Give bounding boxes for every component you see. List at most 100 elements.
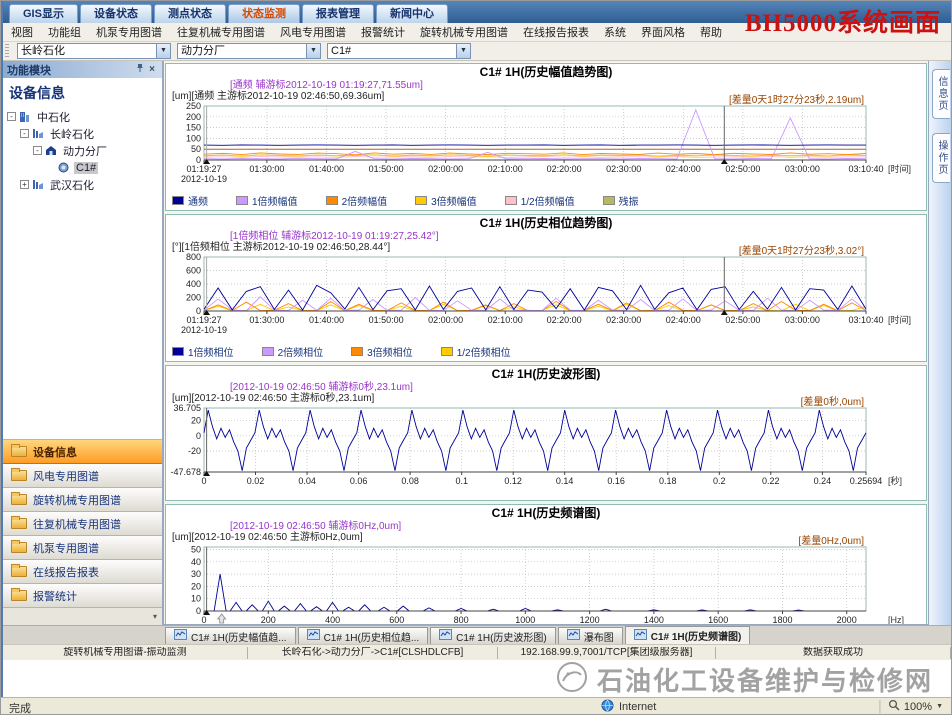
tree-node-4[interactable]: + 武汉石化 bbox=[3, 176, 162, 193]
pin-icon[interactable] bbox=[134, 63, 146, 77]
watermark-strip: 石油化工设备维护与检修网 bbox=[3, 660, 951, 699]
aux-cursor-annotation: [2012-10-19 02:46:50 辅游标0Hz,0um] bbox=[230, 521, 926, 532]
close-icon[interactable]: × bbox=[146, 64, 158, 76]
phase-trend-plot[interactable]: 01:19:27 01:30:00 01:40:00 01:50:00 02:00:00… bbox=[166, 253, 926, 361]
tree-expander-icon[interactable]: - bbox=[33, 146, 42, 155]
spectrum-plot[interactable]: 0200400600800100012001400160018002000010… bbox=[166, 543, 926, 625]
spectrum-chart-panel: C1# 1H(历史频谱图) [2012-10-19 02:46:50 辅游标0H… bbox=[165, 504, 927, 625]
browser-zoom-control[interactable]: │ 100% ▼ bbox=[877, 699, 943, 714]
legend-item: 1/2倍频相位 bbox=[441, 344, 511, 359]
sidebar-nav-5[interactable]: 在线报告报表 bbox=[3, 560, 162, 584]
folder-icon bbox=[11, 470, 27, 481]
top-tab-5[interactable]: 新闻中心 bbox=[376, 4, 448, 23]
svg-text:600: 600 bbox=[389, 615, 404, 625]
toolbar-grip[interactable] bbox=[5, 44, 9, 58]
menu-item-0[interactable]: 视图 bbox=[11, 24, 33, 40]
menu-item-3[interactable]: 往复机械专用图谱 bbox=[177, 24, 265, 40]
browser-zone-label: Internet bbox=[619, 701, 656, 713]
chart-tab-4[interactable]: C1# 1H(历史频谱图) bbox=[625, 626, 751, 644]
menu-item-5[interactable]: 报警统计 bbox=[361, 24, 405, 40]
svg-text:01:50:00: 01:50:00 bbox=[369, 315, 404, 325]
svg-text:02:10:00: 02:10:00 bbox=[488, 164, 523, 174]
tree-label[interactable]: 长岭石化 bbox=[48, 126, 96, 142]
nav-overflow-button[interactable]: ▾ bbox=[3, 608, 162, 625]
tree-node-1[interactable]: - 长岭石化 bbox=[3, 125, 162, 142]
tab-label: C1# 1H(历史波形图) bbox=[456, 629, 547, 644]
svg-text:02:10:00: 02:10:00 bbox=[488, 315, 523, 325]
svg-text:01:30:00: 01:30:00 bbox=[249, 164, 284, 174]
svg-text:01:30:00: 01:30:00 bbox=[249, 315, 284, 325]
svg-text:0.1: 0.1 bbox=[455, 476, 468, 486]
legend-swatch-icon bbox=[505, 196, 517, 205]
tab-label: C1# 1H(历史频谱图) bbox=[651, 628, 742, 643]
waveform-plot[interactable]: 00.020.040.060.080.10.120.140.160.180.20… bbox=[166, 404, 926, 500]
svg-text:20: 20 bbox=[191, 581, 201, 591]
svg-text:2012-10-19: 2012-10-19 bbox=[181, 325, 227, 335]
tab-label: C1# 1H(历史相位趋... bbox=[324, 629, 420, 644]
svg-text:01:19:27: 01:19:27 bbox=[186, 315, 221, 325]
tree-node-0[interactable]: - 中石化 bbox=[3, 108, 162, 125]
svg-text:50: 50 bbox=[191, 545, 201, 555]
tab-label: C1# 1H(历史幅值趋... bbox=[191, 629, 287, 644]
side-tab-1[interactable]: 操作页 bbox=[932, 133, 950, 183]
folder-icon bbox=[11, 566, 27, 577]
status-segment-2: 192.168.99.9,7001/TCP[集团级服务器] bbox=[498, 647, 716, 659]
filter-combo-0[interactable]: 长岭石化▼ bbox=[17, 43, 171, 59]
tree-label[interactable]: 动力分厂 bbox=[61, 143, 109, 159]
svg-text:[Hz]: [Hz] bbox=[888, 615, 904, 625]
device-tree: -中石化-长岭石化-动力分厂C1#+武汉石化 bbox=[3, 106, 162, 439]
svg-text:01:40:00: 01:40:00 bbox=[309, 315, 344, 325]
svg-text:200: 200 bbox=[261, 615, 276, 625]
top-tab-0[interactable]: GIS显示 bbox=[9, 4, 78, 23]
sidebar-nav-2[interactable]: 旋转机械专用图谱 bbox=[3, 488, 162, 512]
tree-expander-icon[interactable]: - bbox=[7, 112, 16, 121]
chevron-down-icon[interactable]: ▼ bbox=[156, 44, 170, 58]
filter-combo-1[interactable]: 动力分厂▼ bbox=[177, 43, 321, 59]
svg-text:[秒]: [秒] bbox=[888, 475, 902, 486]
sidebar-nav-1[interactable]: 风电专用图谱 bbox=[3, 464, 162, 488]
sidebar-nav-4[interactable]: 机泵专用图谱 bbox=[3, 536, 162, 560]
tree-expander-icon[interactable]: - bbox=[20, 129, 29, 138]
chart-tab-0[interactable]: C1# 1H(历史幅值趋... bbox=[165, 627, 296, 644]
sidebar-nav-0[interactable]: 设备信息 bbox=[3, 440, 162, 464]
svg-text:02:20:00: 02:20:00 bbox=[547, 315, 582, 325]
menu-item-10[interactable]: 帮助 bbox=[700, 24, 722, 40]
chart-tab-1[interactable]: C1# 1H(历史相位趋... bbox=[298, 627, 429, 644]
top-tab-2[interactable]: 测点状态 bbox=[154, 4, 226, 23]
menu-item-1[interactable]: 功能组 bbox=[48, 24, 81, 40]
menu-item-4[interactable]: 风电专用图谱 bbox=[280, 24, 346, 40]
svg-text:0.04: 0.04 bbox=[298, 476, 316, 486]
top-tab-1[interactable]: 设备状态 bbox=[80, 4, 152, 23]
tree-label[interactable]: 武汉石化 bbox=[48, 177, 96, 193]
tree-label[interactable]: 中石化 bbox=[35, 109, 72, 125]
chevron-down-icon[interactable]: ▼ bbox=[456, 44, 470, 58]
tree-node-3[interactable]: C1# bbox=[3, 159, 162, 176]
svg-text:0.14: 0.14 bbox=[556, 476, 574, 486]
top-tab-4[interactable]: 报表管理 bbox=[302, 4, 374, 23]
tree-expander-icon[interactable]: + bbox=[20, 180, 29, 189]
svg-text:03:10:40: 03:10:40 bbox=[848, 164, 883, 174]
menu-item-9[interactable]: 界面风格 bbox=[641, 24, 685, 40]
sidebar-nav-3[interactable]: 往复机械专用图谱 bbox=[3, 512, 162, 536]
svg-text:1800: 1800 bbox=[772, 615, 792, 625]
svg-text:02:00:00: 02:00:00 bbox=[428, 315, 463, 325]
sidebar-nav-6[interactable]: 报警统计 bbox=[3, 584, 162, 608]
chart-tab-3[interactable]: 瀑布图 bbox=[558, 627, 623, 644]
tree-label[interactable]: C1# bbox=[74, 162, 98, 174]
legend-item: 1倍频幅值 bbox=[236, 193, 298, 208]
filter-combo-2[interactable]: C1#▼ bbox=[327, 43, 471, 59]
menu-item-2[interactable]: 机泵专用图谱 bbox=[96, 24, 162, 40]
bh5000-screen: GIS显示设备状态测点状态状态监测报表管理新闻中心 视图功能组机泵专用图谱往复机… bbox=[0, 0, 952, 715]
menu-item-6[interactable]: 旋转机械专用图谱 bbox=[420, 24, 508, 40]
amplitude-trend-plot[interactable]: 01:19:2701:30:0001:40:0001:50:0002:00:00… bbox=[166, 102, 926, 210]
top-tab-3[interactable]: 状态监测 bbox=[228, 4, 300, 23]
chart-canvas: 01:19:2701:30:0001:40:0001:50:0002:00:00… bbox=[166, 102, 924, 192]
tree-node-2[interactable]: - 动力分厂 bbox=[3, 142, 162, 159]
menu-item-8[interactable]: 系统 bbox=[604, 24, 626, 40]
side-tab-0[interactable]: 信息页 bbox=[932, 69, 950, 119]
chart-tab-2[interactable]: C1# 1H(历史波形图) bbox=[430, 627, 556, 644]
menu-item-7[interactable]: 在线报告报表 bbox=[523, 24, 589, 40]
combo-value: C1# bbox=[328, 44, 456, 58]
svg-text:1200: 1200 bbox=[580, 615, 600, 625]
chevron-down-icon[interactable]: ▼ bbox=[306, 44, 320, 58]
